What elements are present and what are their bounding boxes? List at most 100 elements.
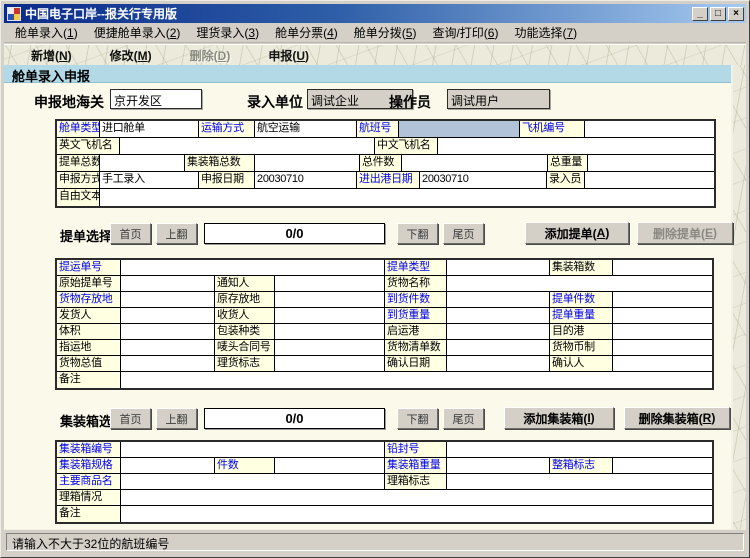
field-input[interactable]: 手工录入 [100,172,199,188]
field-input[interactable] [121,372,712,388]
bl-first-page-button[interactable]: 首页 [110,223,151,244]
field-input[interactable] [447,442,712,457]
field-input[interactable] [275,324,385,339]
field-input[interactable] [275,308,385,323]
menu-item-tally-entry[interactable]: 理货录入(3) [188,22,267,43]
field-input[interactable] [447,260,550,275]
field-input[interactable] [447,308,550,323]
field-input[interactable] [613,458,712,473]
menu-item-quick-manifest-entry[interactable]: 便捷舱单录入(2) [86,22,189,43]
field-input[interactable] [585,172,714,188]
ctn-next-page-button[interactable]: 下翻 [397,408,438,429]
table-row: 备注 [57,372,712,388]
maximize-button[interactable]: □ [710,7,726,21]
app-icon[interactable] [7,7,21,21]
ctn-first-page-button[interactable]: 首页 [110,408,151,429]
field-input[interactable] [121,474,385,489]
field-input[interactable] [585,121,714,137]
field-input[interactable] [613,260,712,275]
field-input[interactable] [447,324,550,339]
menu-item-function-select[interactable]: 功能选择(7) [506,22,585,43]
field-input[interactable] [121,490,712,505]
new-button[interactable]: 新增(N) [26,46,77,65]
field-input[interactable] [447,458,550,473]
field-input[interactable] [447,276,712,291]
manifest-entry-form: 舱单录入申报 申报地海关 京开发区 录入单位 调试企业 操作员 调试用户 舱单类… [4,65,733,531]
field-input[interactable] [121,276,215,291]
bl-next-page-button[interactable]: 下翻 [397,223,438,244]
field-label: 目的港 [550,324,613,339]
field-input[interactable] [447,356,550,371]
label-fragment: 舱单分拨( [354,26,406,40]
add-bl-button[interactable]: 添加提单(A) [525,222,629,244]
operator-field: 调试用户 [447,89,550,109]
flight-no-input[interactable] [399,121,520,137]
ctn-page-counter[interactable]: 0/0 [204,408,385,429]
field-input[interactable] [613,324,712,339]
table-row: 货物总值 理货标志 确认日期 确认人 [57,356,712,372]
field-input[interactable] [613,292,712,307]
field-label: 理箱标志 [385,474,447,489]
field-input[interactable]: 进口舱单 [100,121,199,137]
field-input[interactable] [613,308,712,323]
field-input[interactable] [100,189,714,206]
ctn-prev-page-button[interactable]: 上翻 [156,408,197,429]
field-input[interactable] [121,292,215,307]
field-input[interactable] [255,155,360,171]
menu-item-query-print[interactable]: 查询/打印(6) [424,22,506,43]
label-fragment: ) [305,49,309,63]
field-input[interactable] [275,340,385,355]
menu-item-manifest-dispatch[interactable]: 舱单分拨(5) [346,22,425,43]
field-label: 原存放地 [215,292,275,307]
label-fragment: 舱单分票( [275,26,327,40]
declare-customs-input[interactable]: 京开发区 [110,89,202,109]
field-label: 英文飞机名 [57,138,120,154]
modify-button[interactable]: 修改(M) [105,46,157,65]
field-input[interactable] [447,474,712,489]
bl-last-page-button[interactable]: 尾页 [443,223,484,244]
close-button[interactable]: × [728,7,744,21]
field-input[interactable] [438,138,714,154]
field-input[interactable] [275,292,385,307]
menu-item-manifest-entry[interactable]: 舱单录入(1) [7,22,86,43]
accelerator-key: R [703,411,712,425]
field-input[interactable] [121,308,215,323]
field-label: 理箱情况 [57,490,121,505]
field-input[interactable] [121,356,215,371]
field-input[interactable] [275,356,385,371]
field-input[interactable] [120,138,375,154]
field-input[interactable] [121,324,215,339]
field-input[interactable] [402,155,548,171]
field-input[interactable] [121,458,215,473]
field-input[interactable] [588,155,714,171]
field-input[interactable] [121,442,385,457]
field-input[interactable]: 航空运输 [255,121,357,137]
field-input[interactable]: 20030710 [420,172,547,188]
field-input[interactable] [447,340,550,355]
table-row: 发货人 收货人 到货重量 提单重量 [57,308,712,324]
field-input[interactable] [275,458,385,473]
bl-prev-page-button[interactable]: 上翻 [156,223,197,244]
declare-button[interactable]: 申报(U) [263,46,314,65]
field-input[interactable] [121,260,385,275]
field-label: 指运地 [57,340,121,355]
delete-container-button[interactable]: 删除集装箱(R) [624,407,730,429]
field-input[interactable] [613,356,712,371]
field-label: 备注 [57,372,121,388]
toolbar: 新增(N) 修改(M) 删除(D) 申报(U) [4,44,746,65]
field-input[interactable] [100,155,185,171]
field-input[interactable] [121,340,215,355]
field-input[interactable] [275,276,385,291]
field-input[interactable] [613,340,712,355]
field-input[interactable] [447,292,550,307]
field-input[interactable] [121,506,712,522]
add-container-button[interactable]: 添加集装箱(I) [504,407,614,429]
field-label: 录入员 [547,172,585,188]
bl-page-counter[interactable]: 0/0 [204,223,385,244]
mdi-client-area: 舱单录入申报 申报地海关 京开发区 录入单位 调试企业 操作员 调试用户 舱单类… [4,65,746,530]
ctn-last-page-button[interactable]: 尾页 [443,408,484,429]
menu-item-manifest-split[interactable]: 舱单分票(4) [267,22,346,43]
minimize-button[interactable]: _ [692,7,708,21]
field-input[interactable]: 20030710 [255,172,357,188]
status-bar: 请输入不大于32位的航班编号 [4,530,746,554]
